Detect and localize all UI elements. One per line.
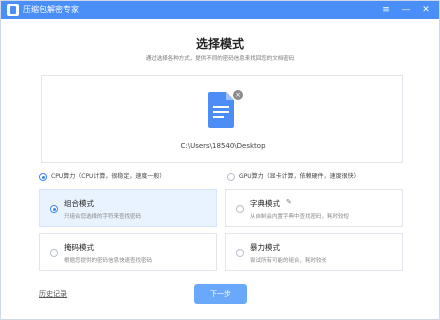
page-subtitle: 通过选择各种方式，提供不同的密码信息来找回您的文档密码 (145, 56, 295, 62)
page-title: 选择模式 (195, 37, 244, 51)
close-icon[interactable]: ✕ (419, 3, 433, 17)
mode-name: 组合模式 (64, 199, 94, 208)
brute-force-radio[interactable] (236, 249, 244, 257)
cpu-radio[interactable] (39, 173, 47, 181)
mode-desc: 从自制会内置字典中查找密码，耗时较短 (250, 214, 350, 220)
mode-name: 掩码模式 (64, 243, 94, 252)
mask-radio[interactable] (50, 249, 58, 257)
mode-desc: 根据您提供的密码信息快速查找密码 (64, 258, 153, 264)
mode-card-dictionary[interactable]: 字典模式 ✎ 从自制会内置字典中查找密码，耗时较短 (225, 189, 403, 227)
mode-name: 暴力模式 (250, 243, 280, 252)
cpu-compute-option[interactable]: CPU算力（CPU计算，很稳定，速度一般） (39, 171, 219, 183)
menu-icon[interactable]: ≡ (379, 3, 393, 17)
minimize-icon[interactable]: — (399, 3, 413, 17)
mode-card-brute-force[interactable]: 暴力模式 尝试所有可能的组合，耗时较长 (225, 233, 403, 271)
mode-desc: 尝试所有可能的组合，耗时较长 (250, 258, 328, 264)
document-icon (208, 92, 234, 128)
edit-icon[interactable]: ✎ (286, 198, 292, 206)
app-window: 压缩包解密专家 ≡ — ✕ 选择模式 通过选择各种方式，提供不同的密码信息来找回… (0, 0, 440, 320)
cpu-compute-label: CPU算力（CPU计算，很稳定，速度一般） (51, 173, 166, 180)
history-link[interactable]: 历史记录 (39, 289, 67, 299)
next-button[interactable]: 下一步 (194, 284, 247, 304)
gpu-compute-label: GPU算力（显卡计算，依赖硬件，速度很快） (239, 173, 360, 180)
title-bar: 压缩包解密专家 ≡ — ✕ (1, 1, 439, 19)
mode-card-combination[interactable]: 组合模式 只组合您选择的字符来查找密码 (39, 189, 217, 227)
file-path: C:\Users\18540\Desktop (180, 142, 266, 150)
gpu-compute-option[interactable]: GPU算力（显卡计算，依赖硬件，速度很快） (227, 171, 407, 183)
mode-card-mask[interactable]: 掩码模式 根据您提供的密码信息快速查找密码 (39, 233, 217, 271)
app-title: 压缩包解密专家 (23, 5, 79, 14)
combination-radio[interactable] (50, 205, 58, 213)
mode-name: 字典模式 (250, 199, 280, 208)
mode-desc: 只组合您选择的字符来查找密码 (64, 214, 142, 220)
remove-file-icon[interactable]: × (233, 90, 243, 100)
app-logo-icon (7, 4, 19, 16)
gpu-radio[interactable] (227, 173, 235, 181)
dictionary-radio[interactable] (236, 205, 244, 213)
file-drop-zone[interactable]: × C:\Users\18540\Desktop (41, 75, 403, 163)
